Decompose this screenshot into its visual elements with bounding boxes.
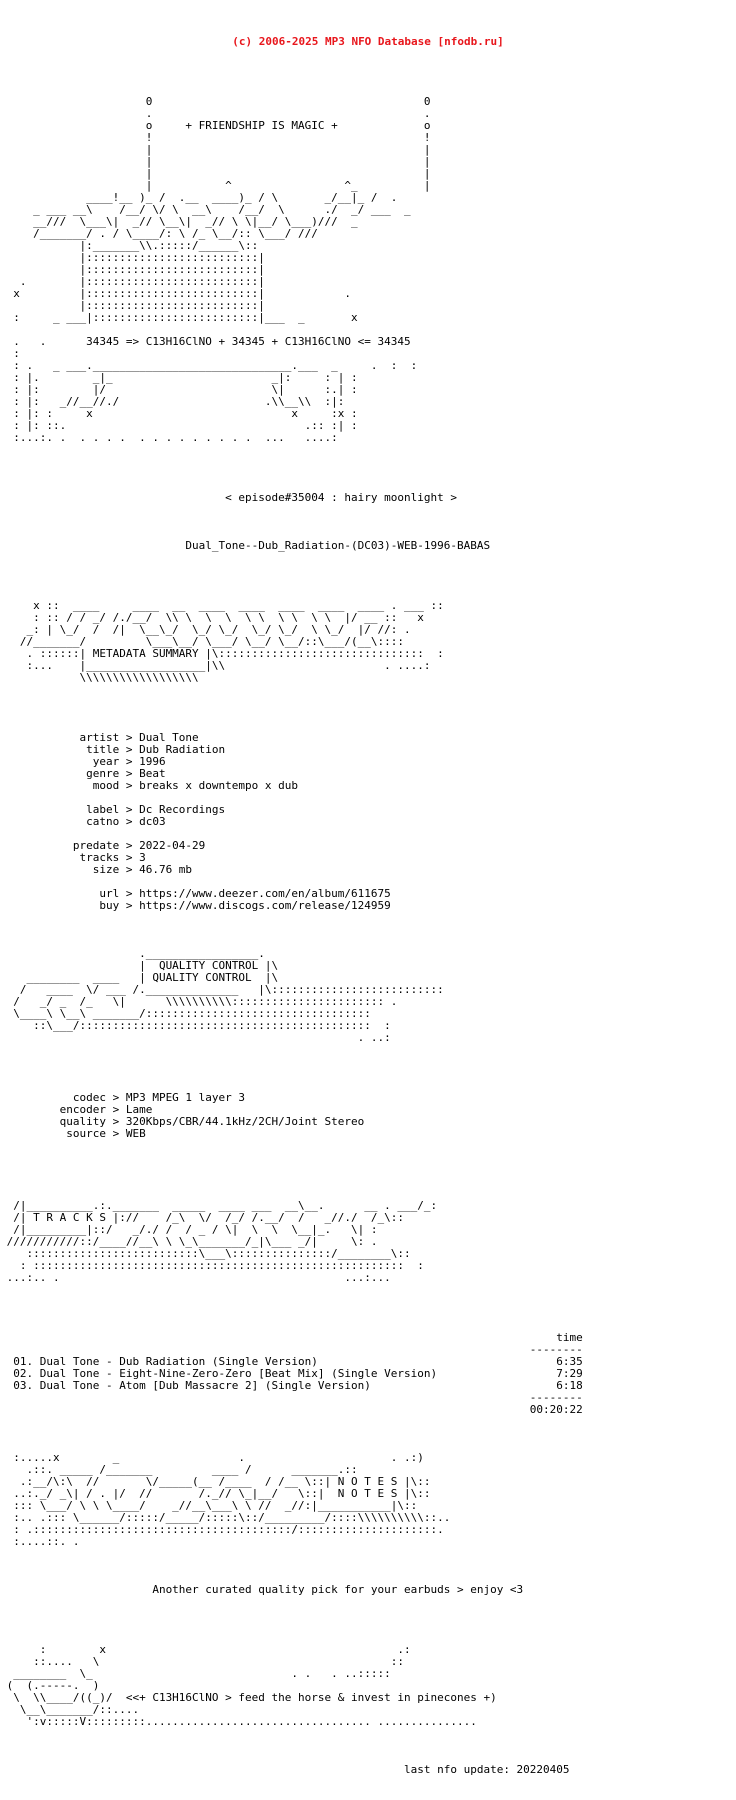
top-ascii-art: 0 0 . . o + FRIENDSHIP IS MAGIC + o ! ! … bbox=[13, 95, 431, 444]
copyright-header: (c) 2006-2025 MP3 NFO Database [nfodb.ru… bbox=[232, 35, 504, 48]
notes-banner-art: :.....x _ . . .:) .::. _____ /_______ __… bbox=[13, 1451, 451, 1548]
quality-fields: codec > MP3 MPEG 1 layer 3 encoder > Lam… bbox=[59, 1091, 365, 1140]
quality-banner-art: ._________________. | QUALITY CONTROL |\… bbox=[13, 947, 444, 1044]
metadata-banner-art: x :: ____ ____ __ ____ ____ ____ ____ __… bbox=[19, 599, 444, 684]
tracks-banner-art: /|__________.:._______ _____ ____ ___ __… bbox=[6, 1199, 438, 1284]
release-name: Dual_Tone--Dub_Radiation-(DC03)-WEB-1996… bbox=[185, 539, 491, 552]
footer-ascii-art: : x .: ::.... \ :: ________ \_ . . . ..:… bbox=[6, 1643, 497, 1728]
last-nfo-update: last nfo update: 20220405 bbox=[0, 1763, 570, 1776]
notes-message: Another curated quality pick for your ea… bbox=[152, 1583, 524, 1596]
metadata-fields: artist > Dual Tone title > Dub Radiation… bbox=[72, 731, 391, 912]
track-listing: time -------- 01. Dual Tone - Dub Radiat… bbox=[13, 1331, 583, 1416]
episode-line: < episode#35004 : hairy moonlight > bbox=[225, 491, 457, 504]
nfo-document: (c) 2006-2025 MP3 NFO Database [nfodb.ru… bbox=[0, 0, 736, 1800]
